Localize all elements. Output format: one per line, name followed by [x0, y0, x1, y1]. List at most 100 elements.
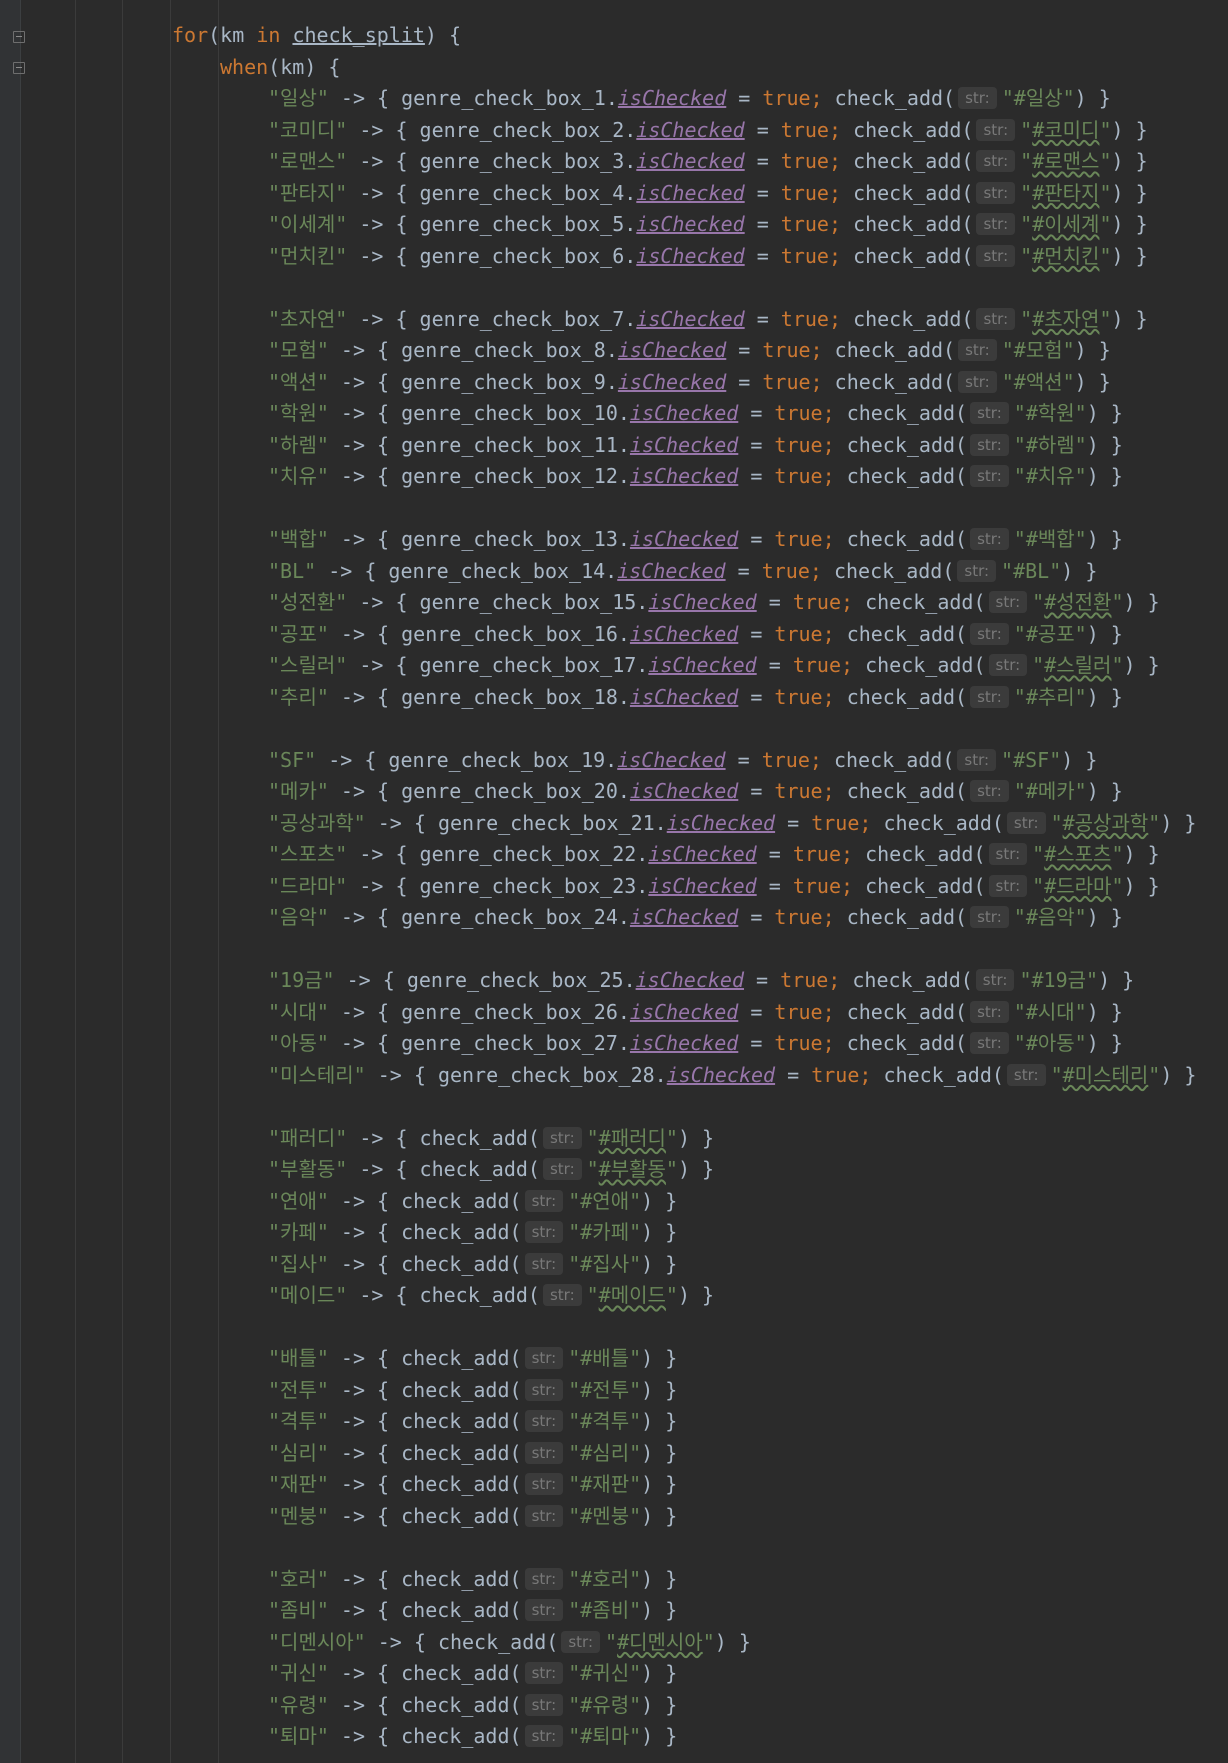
param-hint: str:	[970, 685, 1009, 708]
string-quote: "	[1013, 779, 1026, 803]
case-key: "전투"	[268, 1377, 329, 1402]
case-key: "SF"	[268, 747, 317, 772]
when-case-line: "코미디" -> { genre_check_box_2.isChecked =…	[268, 117, 1148, 142]
string-quote: "	[1086, 968, 1099, 992]
string-quote: "	[629, 1566, 642, 1591]
checkbox-ref: genre_check_box_16.	[401, 621, 630, 646]
tag-string: #스릴러	[1044, 653, 1112, 677]
string-quote: "	[629, 1188, 642, 1213]
case-key: "격투"	[268, 1409, 329, 1433]
param-hint: str:	[524, 1473, 564, 1495]
indent-guide	[218, 0, 219, 1763]
case-key: "모험"	[268, 338, 329, 362]
checkbox-ref: genre_check_box_22.	[419, 842, 649, 866]
is-checked-property: isChecked	[636, 149, 745, 173]
string-quote: "	[1148, 810, 1161, 835]
keyword: true;	[774, 1031, 835, 1055]
case-key: "재판"	[268, 1472, 329, 1496]
tag-string: #멘붕	[580, 1503, 630, 1528]
string-quote: "	[1001, 558, 1014, 583]
string-quote: "	[1020, 306, 1033, 331]
string-quote: "	[1032, 842, 1045, 866]
keyword: true;	[774, 621, 835, 646]
string-quote: "	[1074, 684, 1087, 709]
string-quote: "	[568, 1409, 581, 1433]
when-case-line: "심리" -> { check_add(str: "#심리") }	[268, 1440, 678, 1465]
tag-string: #카페	[580, 1220, 630, 1244]
checkbox-ref: genre_check_box_25.	[406, 968, 636, 992]
when-case-line: "패러디" -> { check_add(str: "#패러디") }	[268, 1125, 715, 1150]
case-key: "좀비"	[268, 1598, 329, 1622]
keyword: true;	[774, 432, 835, 457]
when-case-line: "먼치킨" -> { genre_check_box_6.isChecked =…	[268, 243, 1148, 268]
string-quote: "	[1001, 338, 1014, 362]
string-quote: "	[665, 1125, 678, 1150]
case-key: "판타지"	[268, 180, 348, 205]
when-case-line: "시대" -> { genre_check_box_26.isChecked =…	[268, 999, 1123, 1024]
string-quote: "	[1019, 968, 1032, 992]
string-quote: "	[568, 1346, 581, 1370]
case-key: "19금"	[268, 968, 335, 992]
when-case-line: "디멘시아" -> { check_add(str: "#디멘시아") }	[268, 1629, 751, 1654]
keyword: true;	[780, 149, 842, 173]
checkbox-ref: genre_check_box_23.	[419, 873, 649, 898]
string-quote: "	[568, 1188, 581, 1213]
fold-marker-icon[interactable]	[13, 62, 25, 74]
tag-string: #유령	[580, 1692, 630, 1717]
param-hint: str:	[976, 150, 1016, 172]
case-key: "연애"	[268, 1188, 329, 1213]
string-quote: "	[1074, 905, 1087, 929]
case-key: "먼치킨"	[268, 243, 348, 268]
keyword: true;	[762, 86, 823, 110]
tag-string: #연애	[580, 1188, 630, 1213]
keyword: true;	[780, 212, 842, 236]
case-key: "호러"	[268, 1566, 329, 1591]
when-case-line: "19금" -> { genre_check_box_25.isChecked …	[268, 968, 1135, 992]
keyword: true;	[774, 527, 835, 551]
string-quote: "	[568, 1472, 581, 1496]
string-quote: "	[1013, 464, 1026, 488]
param-hint: str:	[524, 1599, 564, 1621]
tag-string: #공상과학	[1062, 810, 1149, 835]
checkbox-ref: genre_check_box_17.	[419, 653, 649, 677]
case-key: "성전환"	[268, 590, 348, 614]
param-hint: str:	[976, 118, 1016, 141]
checkbox-ref: genre_check_box_18.	[401, 684, 630, 709]
is-checked-property: isChecked	[617, 338, 727, 362]
checkbox-ref: genre_check_box_11.	[401, 432, 630, 457]
tag-string: #일상	[1013, 86, 1063, 110]
string-quote: "	[629, 1661, 642, 1685]
case-key: "멘붕"	[268, 1503, 329, 1528]
case-key: "패러디"	[268, 1125, 348, 1150]
param-hint: str:	[524, 1693, 564, 1716]
keyword: true;	[811, 1062, 872, 1087]
when-case-line: "학원" -> { genre_check_box_10.isChecked =…	[268, 401, 1123, 425]
case-key: "공상과학"	[268, 810, 366, 835]
keyword: true;	[780, 306, 842, 331]
keyword: true;	[762, 338, 823, 362]
tag-string: #퇴마	[580, 1724, 630, 1748]
for-loop-line: for(km in check_split) {	[172, 23, 462, 47]
editor-gutter	[0, 0, 21, 1763]
checkbox-ref: genre_check_box_21.	[437, 810, 667, 835]
checkbox-ref: genre_check_box_1.	[401, 86, 618, 110]
string-quote: "	[1099, 212, 1112, 236]
tag-string: #추리	[1025, 684, 1075, 709]
when-case-line: "이세계" -> { genre_check_box_5.isChecked =…	[268, 212, 1148, 236]
is-checked-property: isChecked	[617, 558, 726, 583]
tag-string: #스포츠	[1044, 842, 1112, 866]
is-checked-property: isChecked	[629, 401, 739, 425]
string-quote: "	[1074, 527, 1087, 551]
param-hint: str:	[970, 1032, 1009, 1054]
when-case-line: "BL" -> { genre_check_box_14.isChecked =…	[268, 558, 1098, 583]
param-hint: str:	[970, 465, 1009, 487]
string-quote: "	[1020, 149, 1033, 173]
when-case-line: "드라마" -> { genre_check_box_23.isChecked …	[268, 873, 1160, 898]
when-case-line: "멘붕" -> { check_add(str: "#멘붕") }	[268, 1503, 678, 1528]
param-hint: str:	[976, 213, 1016, 235]
tag-string: #좀비	[580, 1598, 630, 1622]
when-case-line: "좀비" -> { check_add(str: "#좀비") }	[268, 1598, 678, 1622]
keyword: true;	[811, 810, 872, 835]
tag-string: #코미디	[1032, 117, 1100, 142]
fold-marker-icon[interactable]	[13, 31, 25, 43]
